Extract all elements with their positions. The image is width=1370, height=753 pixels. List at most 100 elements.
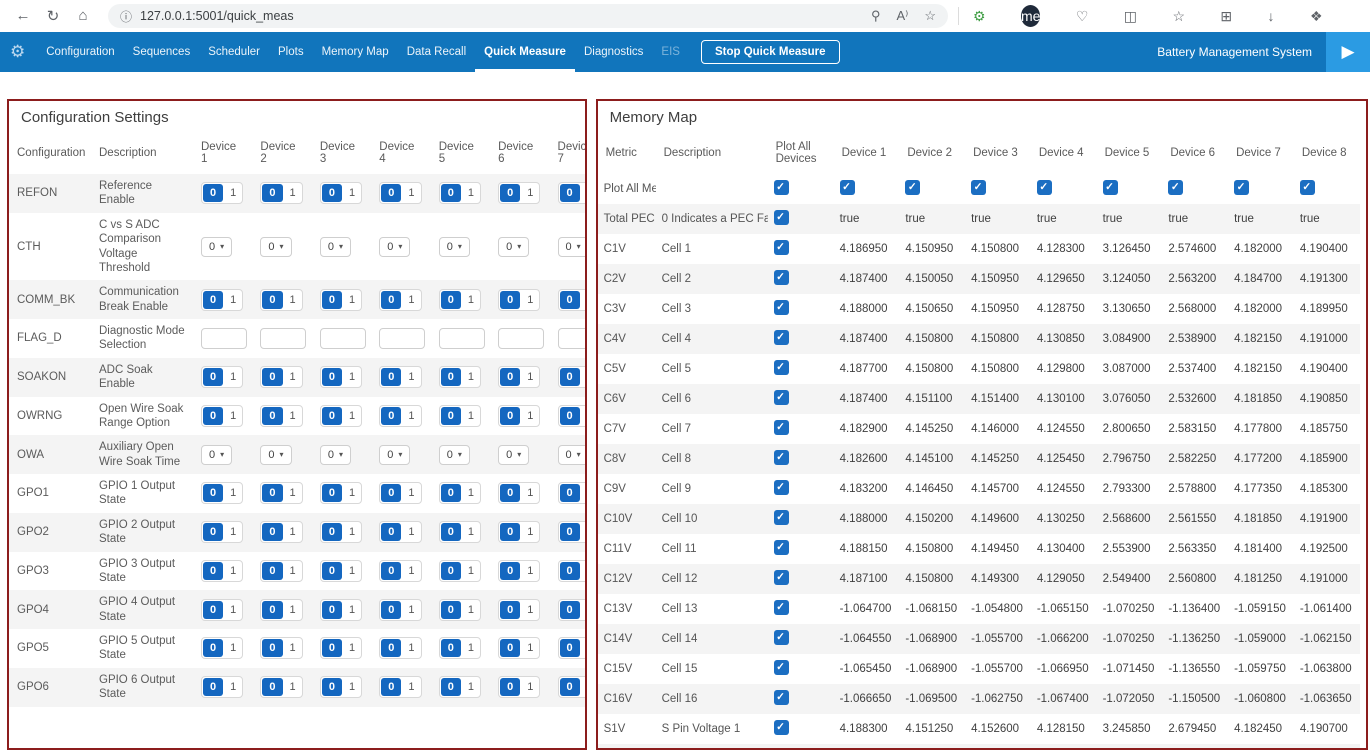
toggle-option-selected[interactable]: 0 [262, 368, 282, 386]
toggle-option[interactable]: 1 [224, 601, 242, 619]
toggle-option-selected[interactable]: 0 [441, 368, 461, 386]
toggle-0-1[interactable]: 01 [320, 637, 362, 659]
value-dropdown[interactable]: 0▾ [379, 445, 410, 465]
plot-checkbox[interactable] [774, 210, 789, 225]
toggle-option[interactable]: 1 [284, 368, 302, 386]
toggle-0-1[interactable]: 01 [498, 482, 540, 504]
toggle-option-selected[interactable]: 0 [322, 184, 342, 202]
toggle-option[interactable]: 1 [581, 678, 587, 696]
value-dropdown[interactable]: 0▾ [498, 237, 529, 257]
toggle-option-selected[interactable]: 0 [560, 184, 580, 202]
nav-item-configuration[interactable]: Configuration [37, 32, 123, 72]
stop-quick-measure-button[interactable]: Stop Quick Measure [701, 40, 840, 64]
toggle-0-1[interactable]: 01 [379, 676, 421, 698]
toggle-0-1[interactable]: 01 [320, 560, 362, 582]
plot-checkbox[interactable] [774, 720, 789, 735]
plot-checkbox[interactable] [774, 570, 789, 585]
toggle-option-selected[interactable]: 0 [381, 601, 401, 619]
toggle-0-1[interactable]: 01 [379, 560, 421, 582]
toggle-option-selected[interactable]: 0 [203, 678, 223, 696]
toggle-0-1[interactable]: 01 [379, 405, 421, 427]
toggle-option[interactable]: 1 [224, 368, 242, 386]
toggle-0-1[interactable]: 01 [439, 289, 481, 311]
device-plot-checkbox[interactable] [971, 180, 986, 195]
toggle-0-1[interactable]: 01 [320, 182, 362, 204]
toggle-option-selected[interactable]: 0 [441, 291, 461, 309]
toggle-option[interactable]: 1 [224, 184, 242, 202]
toggle-option-selected[interactable]: 0 [203, 291, 223, 309]
toggle-0-1[interactable]: 01 [379, 637, 421, 659]
toggle-option[interactable]: 1 [462, 601, 480, 619]
nav-item-plots[interactable]: Plots [269, 32, 313, 72]
toggle-0-1[interactable]: 01 [379, 289, 421, 311]
toggle-0-1[interactable]: 01 [558, 405, 587, 427]
plot-checkbox[interactable] [774, 390, 789, 405]
toggle-option-selected[interactable]: 0 [262, 562, 282, 580]
toggle-option-selected[interactable]: 0 [203, 601, 223, 619]
device-plot-checkbox[interactable] [905, 180, 920, 195]
toggle-option[interactable]: 1 [581, 291, 587, 309]
toggle-0-1[interactable]: 01 [260, 366, 302, 388]
toggle-0-1[interactable]: 01 [439, 482, 481, 504]
toggle-option[interactable]: 1 [343, 601, 361, 619]
toggle-option[interactable]: 1 [462, 291, 480, 309]
toggle-option-selected[interactable]: 0 [262, 639, 282, 657]
device-plot-checkbox[interactable] [1168, 180, 1183, 195]
toggle-option[interactable]: 1 [224, 291, 242, 309]
toggle-option-selected[interactable]: 0 [203, 368, 223, 386]
toggle-option-selected[interactable]: 0 [500, 601, 520, 619]
toggle-option[interactable]: 1 [521, 601, 539, 619]
toggle-option[interactable]: 1 [284, 639, 302, 657]
toggle-option-selected[interactable]: 0 [500, 678, 520, 696]
toggle-option-selected[interactable]: 0 [560, 562, 580, 580]
toggle-option-selected[interactable]: 0 [322, 368, 342, 386]
plot-checkbox[interactable] [774, 510, 789, 525]
value-dropdown[interactable]: 0▾ [498, 445, 529, 465]
toggle-option[interactable]: 1 [521, 523, 539, 541]
toggle-option[interactable]: 1 [284, 184, 302, 202]
toggle-0-1[interactable]: 01 [379, 482, 421, 504]
toggle-option-selected[interactable]: 0 [381, 184, 401, 202]
split-screen-icon[interactable]: ◫ [1124, 8, 1137, 25]
flag-input[interactable] [439, 328, 485, 349]
toggle-option[interactable]: 1 [581, 639, 587, 657]
toggle-option[interactable]: 1 [581, 184, 587, 202]
toggle-option-selected[interactable]: 0 [381, 291, 401, 309]
toggle-option-selected[interactable]: 0 [322, 639, 342, 657]
toggle-0-1[interactable]: 01 [201, 637, 243, 659]
toggle-option-selected[interactable]: 0 [203, 562, 223, 580]
toggle-option-selected[interactable]: 0 [441, 407, 461, 425]
toggle-option-selected[interactable]: 0 [322, 291, 342, 309]
extension-gear-icon[interactable]: ⚙ [973, 8, 986, 25]
toggle-0-1[interactable]: 01 [260, 560, 302, 582]
toggle-option[interactable]: 1 [581, 368, 587, 386]
site-info-icon[interactable]: ⓘ [120, 8, 132, 25]
toggle-0-1[interactable]: 01 [201, 289, 243, 311]
plot-checkbox[interactable] [774, 360, 789, 375]
toggle-option[interactable]: 1 [343, 184, 361, 202]
toggle-option[interactable]: 1 [462, 562, 480, 580]
toggle-0-1[interactable]: 01 [558, 560, 587, 582]
toggle-0-1[interactable]: 01 [558, 482, 587, 504]
toggle-0-1[interactable]: 01 [260, 182, 302, 204]
toggle-0-1[interactable]: 01 [260, 676, 302, 698]
toggle-option[interactable]: 1 [224, 523, 242, 541]
value-dropdown[interactable]: 0▾ [379, 237, 410, 257]
toggle-option[interactable]: 1 [462, 678, 480, 696]
toggle-0-1[interactable]: 01 [558, 676, 587, 698]
toggle-0-1[interactable]: 01 [498, 182, 540, 204]
toggle-option[interactable]: 1 [462, 368, 480, 386]
toggle-option[interactable]: 1 [521, 184, 539, 202]
toggle-option-selected[interactable]: 0 [500, 484, 520, 502]
toggle-0-1[interactable]: 01 [260, 482, 302, 504]
toggle-0-1[interactable]: 01 [498, 289, 540, 311]
toggle-0-1[interactable]: 01 [439, 560, 481, 582]
toggle-option[interactable]: 1 [402, 523, 420, 541]
toggle-option[interactable]: 1 [402, 678, 420, 696]
nav-item-memory-map[interactable]: Memory Map [313, 32, 398, 72]
flag-input[interactable] [201, 328, 247, 349]
plot-checkbox[interactable] [774, 240, 789, 255]
toggle-0-1[interactable]: 01 [320, 599, 362, 621]
toggle-0-1[interactable]: 01 [320, 676, 362, 698]
gear-icon[interactable]: ⚙ [10, 42, 25, 62]
